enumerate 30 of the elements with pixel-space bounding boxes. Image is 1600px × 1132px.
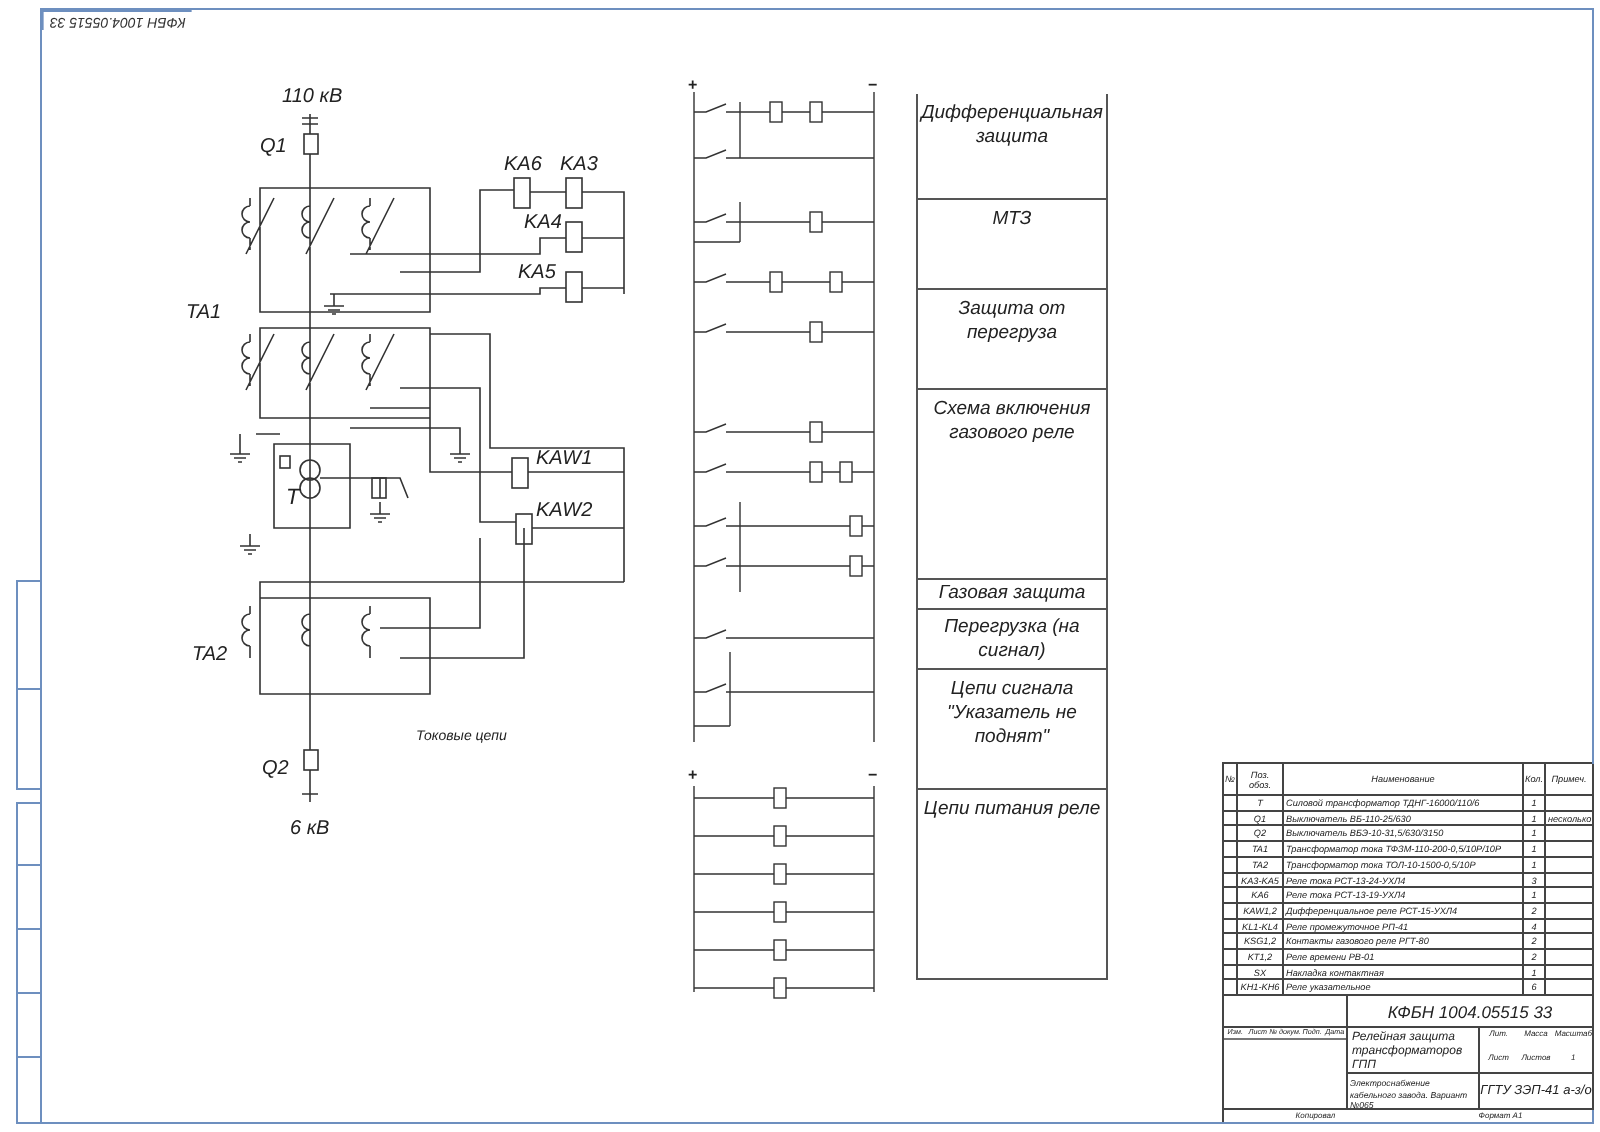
section-label: Перегрузка (на сигнал): [916, 610, 1108, 670]
device-label: KAW2: [536, 500, 593, 522]
device-label: KA5: [518, 262, 556, 284]
polarity-sign: +: [688, 76, 698, 94]
device-label: KA6: [504, 154, 542, 176]
section-label: Газовая защита: [916, 580, 1108, 610]
device-label: KA4: [524, 212, 562, 234]
polarity-sign: −: [868, 76, 878, 94]
section-label: Дифференциальная защита: [916, 94, 1108, 200]
device-label: KA3: [560, 154, 598, 176]
polarity-sign: −: [868, 766, 878, 784]
device-label: 6 кВ: [290, 818, 330, 840]
section-label: МТЗ: [916, 200, 1108, 290]
section-label: Защита от перегруза: [916, 290, 1108, 390]
section-label: Схема включения газового реле: [916, 390, 1108, 580]
empty-table-cell: [1546, 903, 1594, 920]
device-label: TA1: [186, 302, 222, 324]
polarity-sign: +: [688, 766, 698, 784]
section-label: Цепи сигнала "Указатель не поднят": [916, 670, 1108, 790]
empty-table-cell: [1546, 949, 1594, 966]
section-label: Цепи питания реле: [916, 790, 1108, 980]
device-label: Q2: [262, 758, 289, 780]
device-label: 110 кВ: [282, 86, 343, 108]
device-label: T: [286, 486, 300, 510]
device-label: Q1: [260, 136, 287, 158]
drawing-designation: КФБН 1004.05515 33: [1348, 996, 1594, 1028]
device-label: KAW1: [536, 448, 593, 470]
empty-table-cell: [1546, 796, 1594, 812]
empty-table-cell: [1546, 826, 1594, 843]
device-label: TA2: [192, 644, 228, 666]
